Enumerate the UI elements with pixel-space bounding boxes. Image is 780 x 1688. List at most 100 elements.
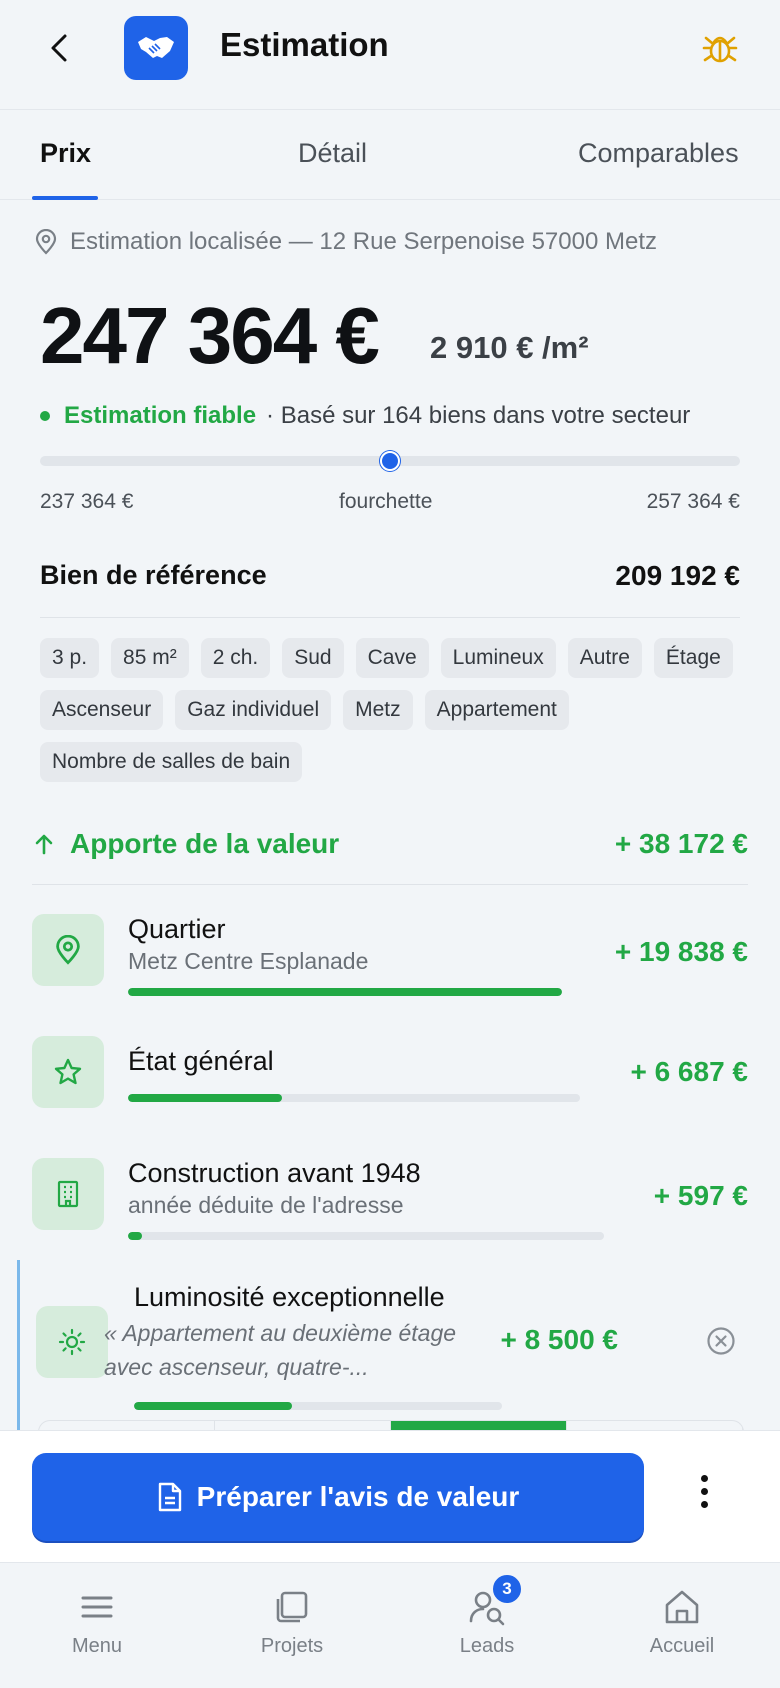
location-line: Estimation localisée — 12 Rue Serpenoise…: [34, 228, 657, 256]
value-section-total: + 38 172 €: [614, 828, 748, 859]
menu-icon: [81, 1596, 113, 1618]
nav-menu[interactable]: Menu: [37, 1587, 157, 1658]
location-pin-icon: [56, 935, 80, 965]
nav-accueil[interactable]: Accueil: [622, 1587, 742, 1658]
chip[interactable]: 85 m²: [111, 638, 189, 678]
factor-icon-box: [32, 1158, 104, 1230]
nav-label: Accueil: [649, 1635, 715, 1657]
chip[interactable]: Autre: [567, 638, 642, 678]
value-section-header[interactable]: Apporte de la valeur + 38 172 €: [34, 828, 748, 860]
folders-icon: [276, 1591, 308, 1623]
tab-prix[interactable]: Prix: [40, 138, 91, 169]
estimated-price: 247 364 €: [40, 291, 380, 380]
factor-progress: [128, 1094, 580, 1102]
document-icon: [158, 1482, 181, 1512]
chip[interactable]: Cave: [355, 638, 429, 678]
dot: [700, 1475, 708, 1482]
factor-progress-fill: [134, 1402, 293, 1410]
factor-progress-fill: [128, 988, 562, 996]
prepare-valuation-button[interactable]: Préparer l'avis de valeur: [32, 1453, 644, 1541]
factor-title: État général: [128, 1046, 274, 1076]
app-logo: [124, 16, 188, 80]
arrow-up-icon: [35, 834, 53, 855]
sun-icon: [58, 1328, 86, 1356]
nav-label: Leads: [459, 1635, 515, 1657]
location-pin-icon: [35, 229, 57, 255]
factor-icon-box: [36, 1306, 108, 1378]
chip[interactable]: Nombre de salles de bain: [40, 742, 303, 782]
range-label: fourchette: [339, 490, 433, 513]
factor-icon-box: [32, 1036, 104, 1108]
property-chips: 3 p. 85 m² 2 ch. Sud Cave Lumineux Autre…: [40, 638, 740, 782]
factor-progress-fill: [128, 1232, 143, 1240]
chip[interactable]: Metz: [343, 690, 413, 730]
divider: [40, 617, 740, 618]
chip[interactable]: Ascenseur: [40, 690, 164, 730]
nav-projets[interactable]: Projets: [232, 1587, 352, 1658]
factor-amount: + 19 838 €: [614, 936, 748, 967]
bottom-navigation: Menu Projets 3 Leads Accueil: [0, 1562, 780, 1688]
chip[interactable]: Lumineux: [440, 638, 556, 678]
factor-amount: + 597 €: [653, 1180, 748, 1211]
star-icon: [54, 1058, 82, 1085]
factor-icon-box: [32, 914, 104, 986]
leads-icon-wrap: 3: [467, 1573, 523, 1627]
nav-label: Menu: [71, 1635, 123, 1657]
status-dot: [40, 411, 50, 421]
factor-title: Luminosité exceptionnelle: [134, 1282, 445, 1312]
value-section-label: Apporte de la valeur: [70, 828, 340, 859]
action-bar: Préparer l'avis de valeur: [0, 1430, 780, 1562]
factor-progress: [128, 988, 562, 996]
reliability-line: Estimation fiable · Basé sur 164 biens d…: [40, 402, 690, 430]
reference-value: 209 192 €: [615, 560, 740, 591]
factor-subtitle: Metz Centre Esplanade: [128, 948, 369, 974]
dot: [700, 1501, 708, 1508]
bug-report-button[interactable]: [700, 28, 740, 68]
tab-detail[interactable]: Détail: [298, 138, 367, 169]
nav-leads[interactable]: 3 Leads: [427, 1573, 547, 1658]
factor-progress: [134, 1402, 502, 1410]
prepare-valuation-label: Préparer l'avis de valeur: [196, 1481, 520, 1512]
chip[interactable]: 2 ch.: [200, 638, 271, 678]
chip[interactable]: Étage: [653, 638, 733, 678]
handshake-icon: [138, 37, 174, 58]
location-text: Estimation localisée — 12 Rue Serpenoise…: [70, 228, 657, 255]
chip[interactable]: Gaz individuel: [175, 690, 332, 730]
price-per-m2: 2 910 € /m²: [430, 330, 589, 365]
more-options-button[interactable]: [690, 1475, 718, 1519]
remove-factor-button[interactable]: [706, 1326, 736, 1361]
app-header: Estimation: [0, 0, 780, 110]
factor-subtitle: année déduite de l'adresse: [128, 1192, 404, 1218]
price-range-marker: [380, 451, 400, 471]
chevron-left-icon: [51, 34, 67, 62]
factor-amount: + 8 500 €: [500, 1324, 618, 1355]
dot: [700, 1488, 708, 1495]
chip[interactable]: 3 p.: [40, 638, 100, 678]
factor-row-quartier[interactable]: Quartier Metz Centre Esplanade + 19 838 …: [32, 914, 748, 1014]
home-icon: [665, 1590, 699, 1624]
nav-label: Projets: [260, 1635, 324, 1657]
tab-comparables[interactable]: Comparables: [578, 138, 739, 169]
bug-icon: [702, 36, 738, 63]
factor-quote: « Appartement au deuxième étage avec asc…: [104, 1320, 457, 1380]
factor-title: Construction avant 1948: [128, 1158, 421, 1188]
range-high-value: 257 364 €: [646, 490, 740, 513]
factor-amount: + 6 687 €: [630, 1056, 748, 1087]
factor-progress: [128, 1232, 604, 1240]
reliability-status: Estimation fiable: [64, 402, 257, 429]
tab-bar: Prix Détail Comparables: [0, 110, 780, 200]
range-low-value: 237 364 €: [40, 490, 134, 513]
close-circle-icon: [707, 1327, 735, 1355]
factor-row-etat-general[interactable]: État général + 6 687 €: [32, 1036, 748, 1126]
active-tab-indicator: [32, 196, 98, 200]
page-title: Estimation: [220, 26, 389, 63]
factor-row-construction[interactable]: Construction avant 1948 année déduite de…: [32, 1158, 748, 1258]
building-icon: [57, 1180, 79, 1208]
back-button[interactable]: [40, 28, 80, 68]
reference-label: Bien de référence: [40, 560, 267, 590]
divider: [32, 884, 748, 885]
chip[interactable]: Appartement: [424, 690, 569, 730]
factor-title: Quartier: [128, 914, 226, 944]
leads-badge: 3: [491, 1573, 523, 1605]
chip[interactable]: Sud: [282, 638, 344, 678]
